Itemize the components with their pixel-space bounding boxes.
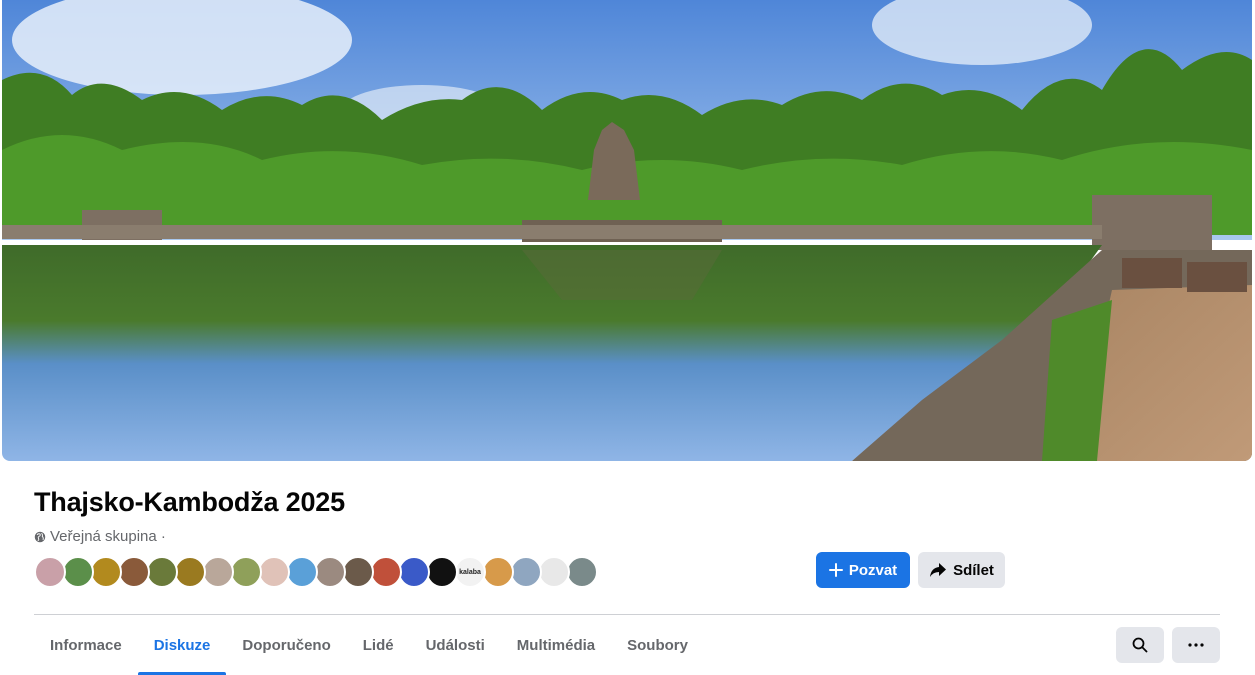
member-avatar[interactable]	[370, 556, 402, 588]
tab-doporuceno[interactable]: Doporučeno	[226, 615, 346, 675]
invite-label: Pozvat	[848, 561, 898, 579]
group-privacy: Veřejná skupina ·	[34, 528, 166, 545]
member-avatar[interactable]	[482, 556, 514, 588]
share-arrow-icon	[929, 562, 947, 578]
member-avatar[interactable]	[230, 556, 262, 588]
tab-diskuze[interactable]: Diskuze	[137, 615, 227, 675]
more-icon	[1188, 643, 1204, 647]
avatar-label: kalaba	[459, 568, 481, 576]
tab-informace[interactable]: Informace	[34, 615, 138, 675]
tab-udalosti[interactable]: Události	[410, 615, 501, 675]
member-avatar[interactable]	[146, 556, 178, 588]
member-avatar[interactable]	[34, 556, 66, 588]
member-avatar[interactable]	[202, 556, 234, 588]
cover-photo[interactable]	[2, 0, 1252, 461]
member-avatar[interactable]	[258, 556, 290, 588]
member-avatar[interactable]	[538, 556, 570, 588]
privacy-label: Veřejná skupina ·	[50, 528, 166, 545]
invite-button[interactable]: Pozvat	[816, 552, 910, 588]
tab-multimedia[interactable]: Multimédia	[501, 615, 611, 675]
member-avatar[interactable]: kalaba	[454, 556, 486, 588]
member-avatars[interactable]: kalaba	[34, 556, 598, 588]
member-avatar[interactable]	[90, 556, 122, 588]
member-avatar[interactable]	[398, 556, 430, 588]
group-tabs: Informace Diskuze Doporučeno Lidé Události Mu…	[34, 615, 704, 675]
plus-icon	[828, 563, 843, 577]
search-button[interactable]	[1116, 627, 1164, 663]
share-button[interactable]: Sdílet	[918, 552, 1005, 588]
cover-image	[2, 0, 1252, 461]
member-avatar[interactable]	[62, 556, 94, 588]
member-avatar[interactable]	[118, 556, 150, 588]
member-avatar[interactable]	[286, 556, 318, 588]
tab-lide[interactable]: Lidé	[347, 615, 410, 675]
share-label: Sdílet	[953, 561, 994, 579]
more-button[interactable]	[1172, 627, 1220, 663]
group-title[interactable]: Thajsko-Kambodža 2025	[34, 487, 345, 518]
member-avatar[interactable]	[426, 556, 458, 588]
member-avatar[interactable]	[510, 556, 542, 588]
member-avatar[interactable]	[174, 556, 206, 588]
member-avatar[interactable]	[314, 556, 346, 588]
globe-icon	[34, 531, 46, 542]
search-icon	[1132, 637, 1148, 653]
member-avatar[interactable]	[566, 556, 598, 588]
member-avatar[interactable]	[342, 556, 374, 588]
tab-soubory[interactable]: Soubory	[611, 615, 704, 675]
